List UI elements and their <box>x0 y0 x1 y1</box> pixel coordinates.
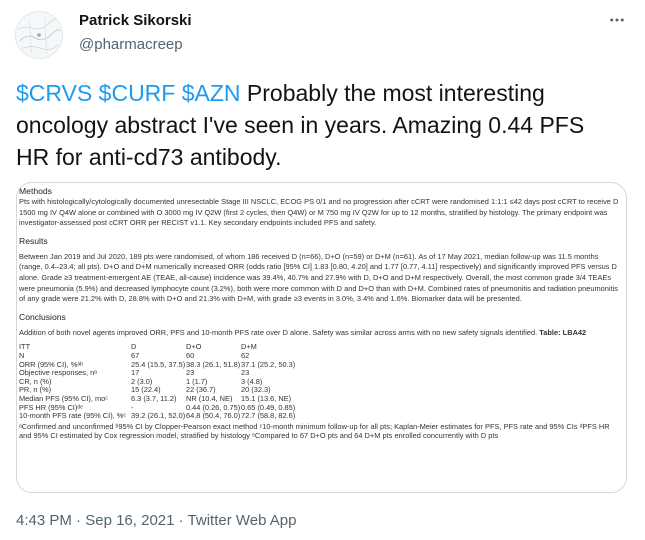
table-cell: 39.2 (26.1, 52.0) <box>131 411 186 421</box>
results-text: Between Jan 2019 and Jul 2020, 189 pts w… <box>19 251 619 304</box>
date-link[interactable]: Sep 16, 2021 <box>85 512 174 529</box>
source-link[interactable]: Twitter Web App <box>188 512 297 529</box>
table-row: 10-month PFS rate (95% CI), %ᶜ 39.2 (26.… <box>19 411 301 421</box>
table-cell: 72.7 (58.8, 82.6) <box>241 411 296 421</box>
table-header: ITT <box>19 342 31 352</box>
abstract-screenshot: Methods Pts with histologically/cytologi… <box>17 183 626 492</box>
more-horizontal-icon <box>610 18 624 22</box>
results-heading: Results <box>19 235 48 246</box>
time-link[interactable]: 4:43 PM <box>16 512 72 529</box>
table-header: D <box>131 342 137 352</box>
methods-heading: Methods <box>19 186 52 196</box>
table-header: D+O <box>186 342 202 352</box>
separator-dot: · <box>76 512 82 529</box>
conclusions-heading: Conclusions <box>19 311 66 322</box>
separator-dot: · <box>178 512 184 529</box>
table-footnote: ᵃConfirmed and unconfirmed ᵇ95% CI by Cl… <box>19 421 610 441</box>
results-table: ITT D D+O D+M N 67 60 62 ORR (95% CI), %… <box>19 343 301 420</box>
cashtag-link[interactable]: $CRVS <box>16 80 92 106</box>
author-handle[interactable]: @pharmacreep <box>79 36 183 53</box>
avatar-image <box>16 12 62 58</box>
tweet-timestamp: 4:43 PM · Sep 16, 2021 · Twitter Web App <box>16 512 297 529</box>
author-name[interactable]: Patrick Sikorski <box>79 12 192 29</box>
table-header-row: ITT D D+O D+M <box>19 343 301 352</box>
media-fade <box>17 478 626 492</box>
avatar[interactable] <box>15 11 63 59</box>
table-label: Table: LBA42 <box>539 327 587 337</box>
table-cell: 25.4 (15.5, 37.5) <box>131 359 186 369</box>
conclusions-text: Addition of both novel agents improved O… <box>19 327 587 337</box>
cashtag-link[interactable]: $AZN <box>182 80 241 106</box>
table-cell: 10-month PFS rate (95% CI), %ᶜ <box>19 411 126 421</box>
tweet-text: $CRVS $CURF $AZN Probably the most inter… <box>16 77 616 173</box>
methods-text: Pts with histologically/cytologically do… <box>19 197 619 228</box>
table-cell: 37.1 (25.2, 50.3) <box>241 359 296 369</box>
table-header: D+M <box>241 342 257 352</box>
table-cell: 6.3 (3.7, 11.2) <box>131 393 177 403</box>
more-options-button[interactable] <box>607 10 627 30</box>
tweet-media-image[interactable]: Methods Pts with histologically/cytologi… <box>16 182 627 493</box>
table-cell: 38.3 (26.1, 51.8) <box>186 359 241 369</box>
cashtag-link[interactable]: $CURF <box>99 80 176 106</box>
table-cell: 64.8 (50.4, 76.0) <box>186 411 241 421</box>
